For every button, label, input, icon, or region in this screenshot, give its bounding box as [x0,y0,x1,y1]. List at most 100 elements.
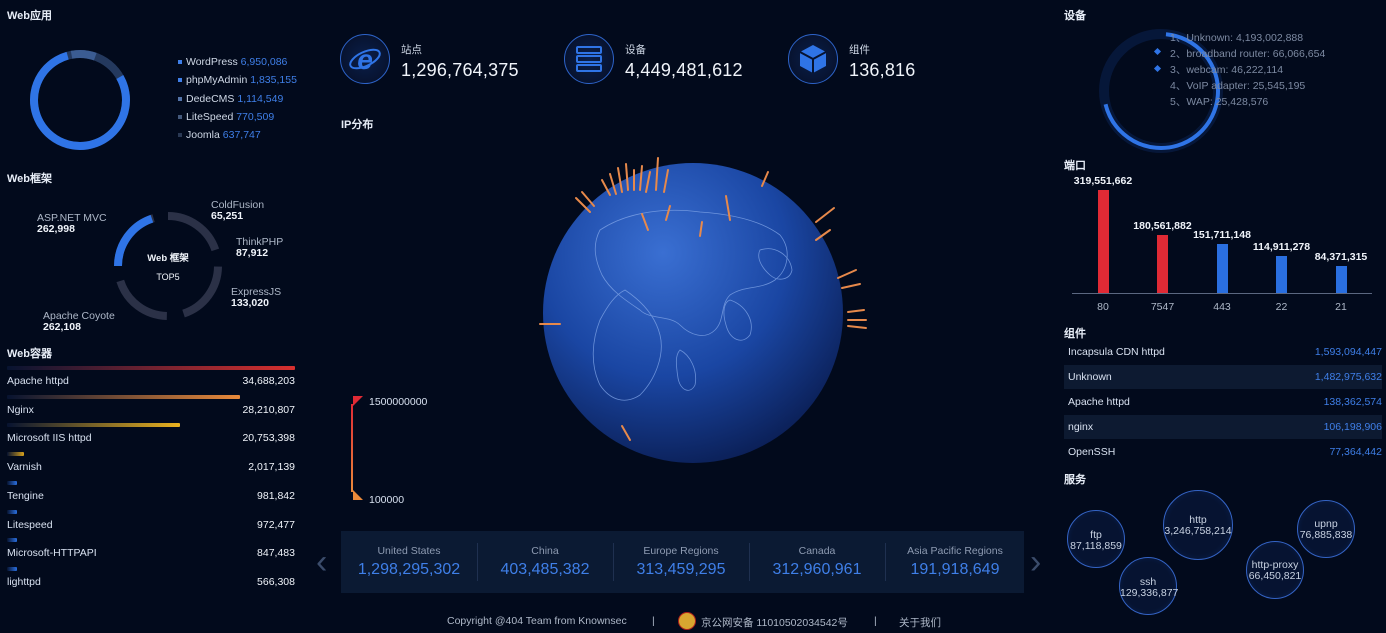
service-bubble-ssh[interactable]: ssh 129,336,877 [1119,557,1178,615]
port-bar[interactable] [1276,256,1287,293]
web-frameworks-title: Web框架 [7,173,53,185]
country-name: Europe Regions [643,545,719,557]
container-row[interactable]: Litespeed 972,477 [7,509,295,534]
service-bubble-upnp[interactable]: upnp 76,885,838 [1297,500,1355,558]
service-bubble-ftp[interactable]: ftp 87,118,859 [1067,510,1125,568]
device-item-2: 2、broadband router: 66,066,654 [1170,48,1326,60]
stat-value-components: 136,816 [849,60,916,80]
framework-center-sub: TOP5 [156,272,180,282]
service-value: 76,885,838 [1299,529,1353,541]
port-bar[interactable] [1216,244,1228,293]
framework-value: 262,998 [37,223,75,235]
component-name: Incapsula CDN httpd [1068,346,1165,358]
device-item-4: 4、VoIP adapter: 25,545,195 [1170,80,1306,92]
legend-name: DedeCMS [186,93,235,105]
prev-arrow-icon[interactable]: ‹ [316,545,327,579]
component-row[interactable]: Unknown 1,482,975,632 [1064,365,1382,389]
container-value: 20,753,398 [242,432,295,445]
country-item-canada[interactable]: Canada 312,960,961 [749,531,885,593]
services-title: 服务 [1064,474,1086,486]
ip-distribution-title: IP分布 [341,119,374,131]
service-bubble-http[interactable]: http 3,246,758,214 [1163,490,1233,560]
globe[interactable] [530,150,870,470]
device-item-1: 1、Unknown: 4,193,002,888 [1170,32,1304,44]
donut-arc-phpmyadmin [30,50,130,150]
port-bar[interactable] [1157,235,1168,293]
container-value: 2,017,139 [248,461,295,474]
container-row[interactable]: Microsoft-HTTPAPI 847,483 [7,538,295,562]
container-name: Nginx [7,403,34,416]
components-title: 组件 [1064,328,1086,340]
next-arrow-icon[interactable]: › [1030,545,1041,579]
port-tick-label: 22 [1275,301,1288,313]
police-badge-icon [678,612,696,630]
container-row[interactable]: Nginx 28,210,807 [7,394,295,419]
container-bar [7,480,17,485]
footer-separator: | [652,615,655,627]
svg-text:e: e [357,44,373,75]
country-name: Asia Pacific Regions [907,545,1003,557]
container-row[interactable]: Microsoft IIS httpd 20,753,398 [7,423,295,447]
container-row[interactable]: Apache httpd 34,688,203 [7,366,295,390]
web-apps-title: Web应用 [7,10,53,22]
web-apps-donut [30,50,130,150]
port-bar-value-label: 319,551,662 [1073,175,1133,187]
service-value: 66,450,821 [1248,570,1302,582]
divider [885,543,886,581]
component-row[interactable]: nginx 106,198,906 [1064,415,1382,439]
country-value: 403,485,382 [500,561,590,578]
footer-icp[interactable]: 京公网安备 11010502034542号 [701,615,848,630]
country-item-asia-pacific[interactable]: Asia Pacific Regions 191,918,649 [887,531,1023,593]
container-value: 981,842 [257,489,295,502]
ports-axis-line [1072,293,1372,294]
container-row[interactable]: Varnish 2,017,139 [7,452,295,476]
container-row[interactable]: Tengine 981,842 [7,480,295,505]
country-item-europe[interactable]: Europe Regions 313,459,295 [613,531,749,593]
footer-about-link[interactable]: 关于我们 [899,615,941,630]
container-bar [7,394,240,399]
component-row[interactable]: Incapsula CDN httpd 1,593,094,447 [1064,340,1382,364]
component-name: Apache httpd [1068,396,1130,408]
legend-dot [178,78,182,83]
container-row[interactable]: lighttpd 566,308 [7,566,295,591]
service-bubble-http-proxy[interactable]: http-proxy 66,450,821 [1246,541,1304,599]
container-name: Apache httpd [7,375,69,387]
framework-value: 262,108 [43,321,81,333]
donut-arc-wordpress [30,50,130,150]
component-row[interactable]: OpenSSH 77,364,442 [1064,440,1382,464]
container-name: lighttpd [7,575,41,588]
legend-name: Joomla [186,129,220,141]
scale-min-label: 100000 [369,494,405,506]
web-containers-title: Web容器 [7,348,53,360]
legend-name: phpMyAdmin [186,74,248,86]
country-strip: United States 1,298,295,302 China 403,485,… [341,531,1024,593]
web-frameworks-ring [114,212,222,320]
country-value: 312,960,961 [772,561,862,578]
country-value: 1,298,295,302 [357,561,461,578]
container-bar [7,423,180,428]
port-bar[interactable] [1097,190,1109,293]
container-value: 28,210,807 [242,403,295,416]
scale-max-label: 1500000000 [369,396,428,408]
component-row[interactable]: Apache httpd 138,362,574 [1064,390,1382,414]
stat-label-sites: 站点 [401,44,422,56]
country-value: 191,918,649 [910,561,1000,578]
component-value: 1,482,975,632 [1314,371,1382,383]
legend-name: LiteSpeed [186,111,234,123]
country-item-china[interactable]: China 403,485,382 [477,531,613,593]
country-item-united-states[interactable]: United States 1,298,295,302 [341,531,477,593]
legend-dot [178,133,182,138]
port-bar[interactable] [1335,266,1347,293]
component-value: 1,593,094,447 [1314,346,1382,358]
framework-value: 133,020 [231,297,269,309]
component-name: Unknown [1068,371,1112,383]
stat-label-devices: 设备 [625,44,646,56]
ports-title: 端口 [1064,160,1086,172]
legend-value: 770,509 [236,111,275,123]
port-bar-value-label: 84,371,315 [1314,251,1368,263]
component-name: OpenSSH [1068,446,1116,458]
footer-copyright: Copyright @404 Team from Knownsec [447,615,627,627]
country-name: China [531,545,559,557]
country-name: Canada [798,545,836,557]
framework-center-title: Web 框架 [147,253,189,264]
